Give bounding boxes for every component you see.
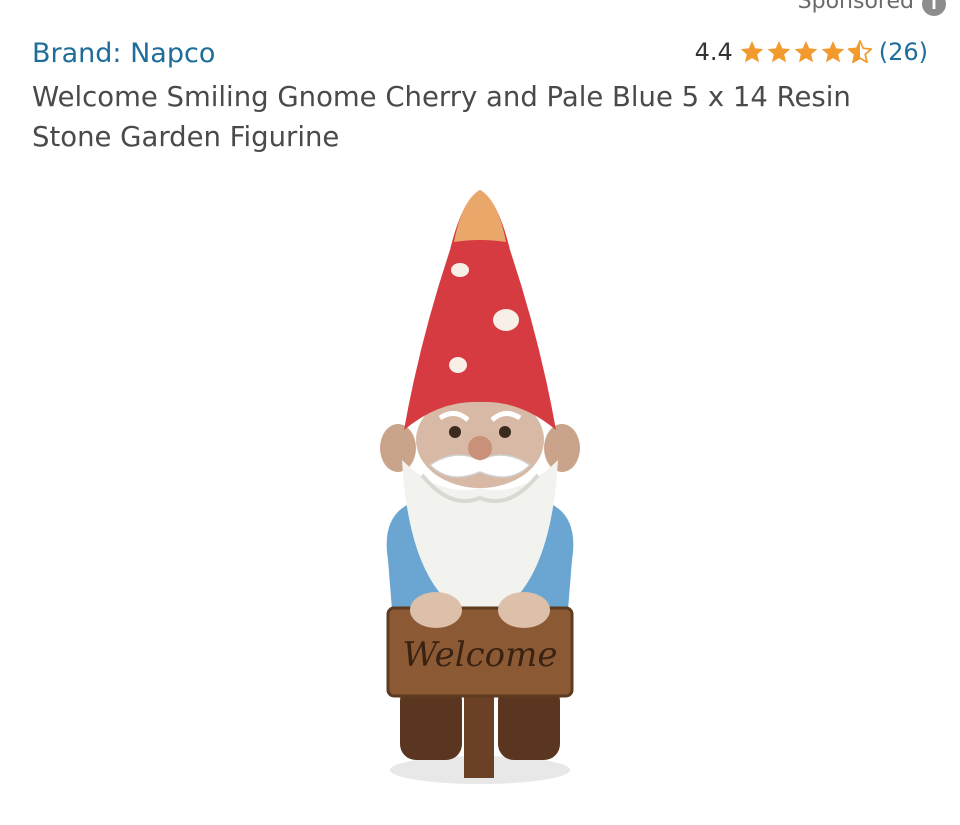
info-icon[interactable]: i <box>922 0 946 16</box>
star-half-icon <box>847 40 872 64</box>
product-image[interactable]: Welcome <box>360 180 600 790</box>
star-rating <box>739 39 873 65</box>
star-full-icon <box>767 40 791 63</box>
star-full-icon <box>794 40 818 63</box>
product-title[interactable]: Welcome Smiling Gnome Cherry and Pale Bl… <box>32 77 912 157</box>
review-count-link[interactable]: (26) <box>879 38 928 66</box>
sponsored-label[interactable]: Sponsored i <box>798 0 946 16</box>
star-full-icon <box>821 40 845 63</box>
rating-value: 4.4 <box>694 38 733 66</box>
star-full-icon <box>740 40 764 63</box>
rating-summary[interactable]: 4.4 (26) <box>695 38 928 66</box>
sign-text: Welcome <box>402 635 557 675</box>
sponsored-text: Sponsored <box>797 0 914 14</box>
brand-link[interactable]: Brand: Napco <box>32 38 215 69</box>
